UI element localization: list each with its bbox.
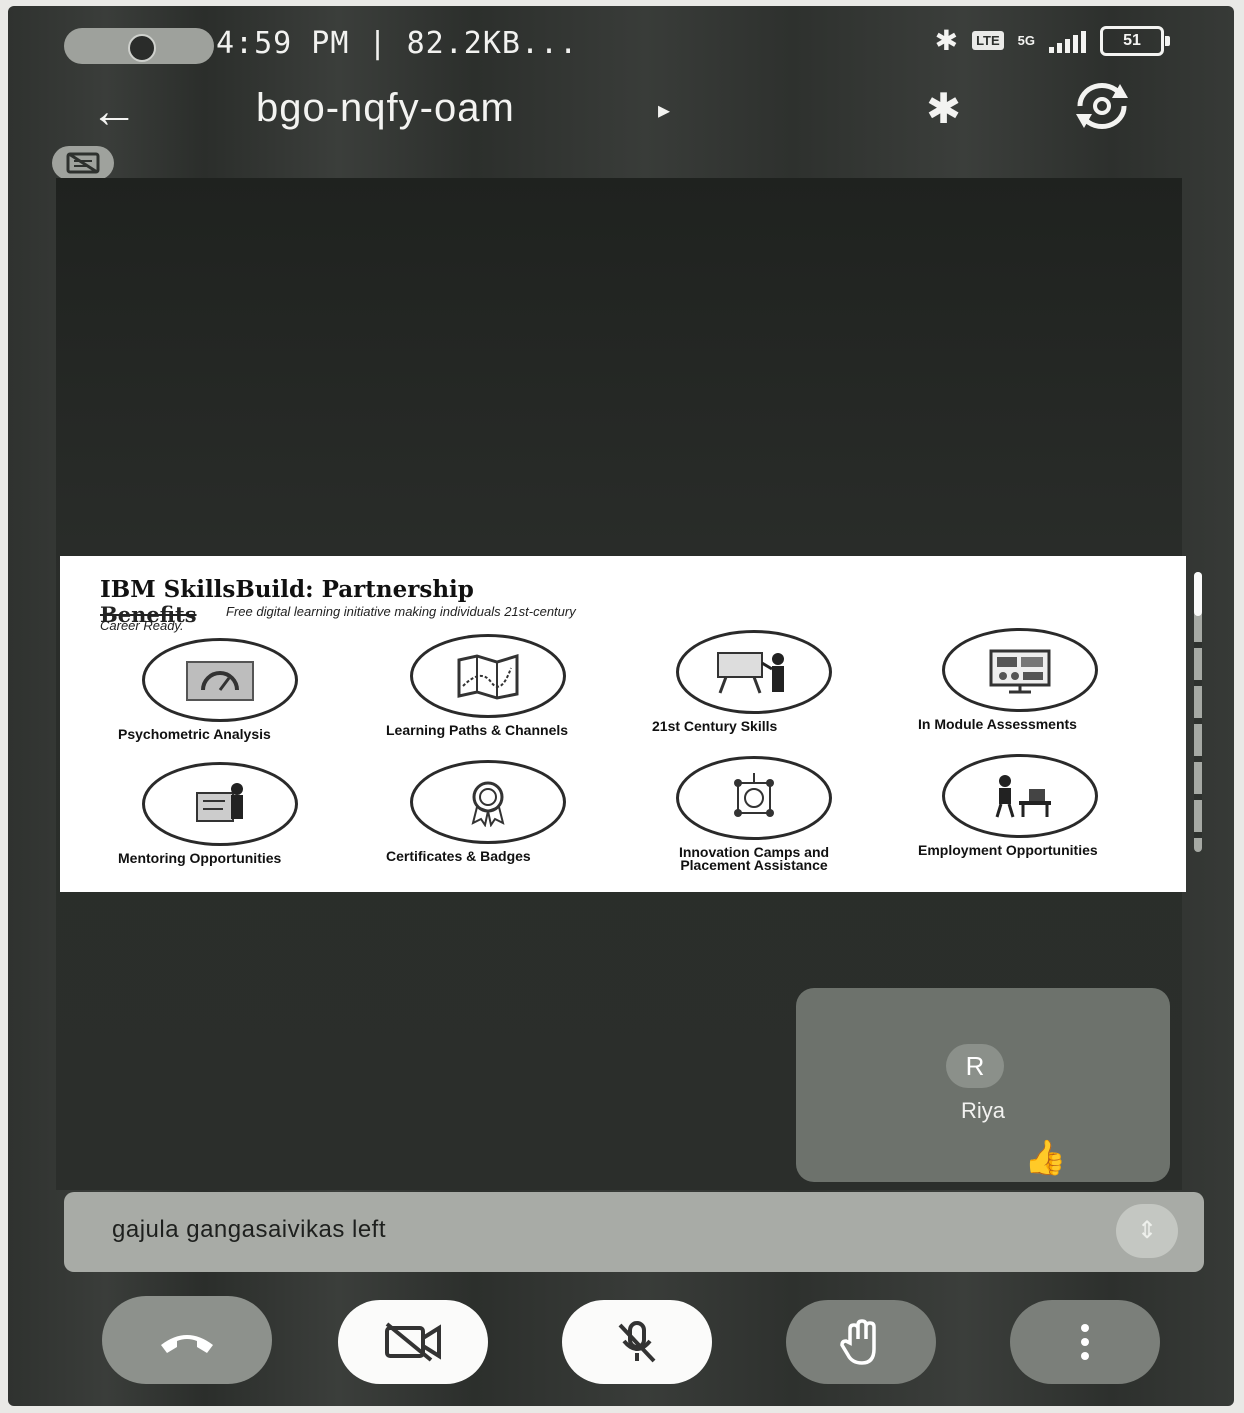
- switch-camera-icon[interactable]: [1070, 80, 1134, 132]
- gauge-chart-icon: [142, 638, 298, 722]
- benefit-item: Mentoring Opportunities: [110, 762, 330, 865]
- benefit-label: Employment Opportunities: [918, 842, 1098, 858]
- participant-left-notification: gajula gangasaivikas left ⇕: [64, 1192, 1204, 1272]
- front-camera-pill: [64, 28, 214, 64]
- status-bar: 4:59 PM | 82.2KB... ✱ LTE 5G 51: [8, 6, 1234, 78]
- map-icon: [410, 634, 566, 718]
- end-call-button[interactable]: [102, 1296, 272, 1384]
- camera-off-icon: [385, 1322, 441, 1362]
- participant-name: Riya: [960, 1098, 1005, 1123]
- captions-off-button[interactable]: [52, 146, 114, 180]
- badge-ribbon-icon: [410, 760, 566, 844]
- benefit-item: Employment Opportunities: [910, 754, 1130, 857]
- back-arrow-icon[interactable]: ←: [90, 88, 138, 136]
- dashboard-screen-icon: [942, 628, 1098, 712]
- signal-strength-icon: [1049, 29, 1086, 53]
- office-worker-icon: [942, 754, 1098, 838]
- meeting-info-caret-icon[interactable]: ▸: [658, 96, 670, 125]
- slide-title: IBM SkillsBuild: Partnership: [100, 576, 474, 603]
- status-time: 4:59 PM | 82.2KB...: [216, 26, 579, 61]
- benefit-item: In Module Assessments: [910, 628, 1130, 731]
- captions-off-icon: [66, 152, 100, 174]
- avatar: R: [946, 1044, 1004, 1088]
- benefit-item: Certificates & Badges: [378, 760, 598, 863]
- benefit-label: Innovation Camps and Placement Assistanc…: [678, 844, 830, 873]
- scroll-thumb[interactable]: [1194, 572, 1202, 616]
- benefit-label: Mentoring Opportunities: [118, 850, 282, 866]
- raise-hand-button[interactable]: [786, 1300, 936, 1384]
- camera-toggle-button[interactable]: [338, 1300, 488, 1384]
- notification-text: gajula gangasaivikas left: [112, 1216, 387, 1243]
- benefit-label: Learning Paths & Channels: [386, 722, 569, 738]
- phone-screen: 4:59 PM | 82.2KB... ✱ LTE 5G 51 ← bgo-nq…: [8, 6, 1234, 1406]
- slide-subtitle-line2: Career Ready.: [100, 618, 184, 633]
- more-vertical-icon: [1081, 1324, 1089, 1360]
- minimize-icon[interactable]: ⇕: [1116, 1204, 1178, 1258]
- slide-subtitle: Free digital learning initiative making …: [226, 604, 576, 619]
- benefit-item: 21st Century Skills: [644, 630, 864, 733]
- tile-scroll-indicator[interactable]: [1194, 572, 1202, 852]
- benefit-item: Learning Paths & Channels: [378, 634, 598, 737]
- benefit-item: Psychometric Analysis: [110, 638, 330, 741]
- bluetooth-audio-icon[interactable]: ✱: [926, 84, 961, 133]
- presentation-board-icon: [676, 630, 832, 714]
- benefit-label: Psychometric Analysis: [118, 726, 271, 742]
- hand-icon: [840, 1319, 876, 1365]
- battery-icon: 51: [1100, 25, 1170, 56]
- benefit-label: 21st Century Skills: [652, 718, 778, 734]
- battery-level: 51: [1123, 31, 1141, 49]
- camera-lens-icon: [128, 34, 156, 62]
- lte-badge: LTE: [972, 31, 1004, 50]
- mic-off-icon: [618, 1321, 656, 1363]
- benefit-label: Certificates & Badges: [386, 848, 531, 864]
- bluetooth-status-icon: ✱: [934, 25, 959, 56]
- status-icons: ✱ LTE 5G 51: [934, 24, 1170, 57]
- participant-tile[interactable]: R Riya 👍: [796, 988, 1170, 1182]
- microphone-toggle-button[interactable]: [562, 1300, 712, 1384]
- more-options-button[interactable]: [1010, 1300, 1160, 1384]
- benefit-label: In Module Assessments: [918, 716, 1077, 732]
- network-type: 5G: [1017, 33, 1035, 48]
- benefit-item: Innovation Camps and Placement Assistanc…: [644, 756, 864, 872]
- meeting-code[interactable]: bgo-nqfy-oam: [256, 86, 515, 131]
- call-controls: [8, 1296, 1234, 1390]
- mentor-icon: [142, 762, 298, 846]
- network-target-icon: [676, 756, 832, 840]
- shared-screen-slide[interactable]: IBM SkillsBuild: Partnership Benefits Fr…: [60, 556, 1186, 892]
- thumbs-up-reaction-icon: 👍: [1024, 1139, 1067, 1177]
- meeting-header: ← bgo-nqfy-oam ▸ ✱: [8, 78, 1234, 142]
- end-call-icon: [161, 1335, 213, 1353]
